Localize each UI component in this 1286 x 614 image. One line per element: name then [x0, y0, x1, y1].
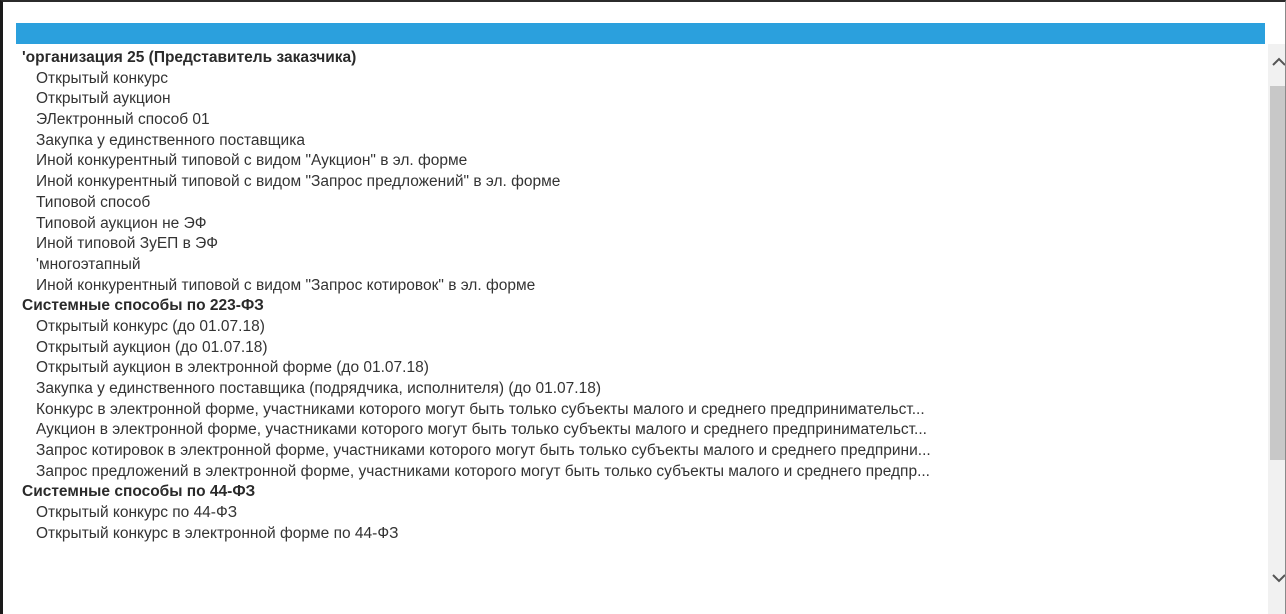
chevron-down-icon	[1271, 574, 1285, 583]
group-header: 'организация 25 (Представитель заказчика…	[22, 49, 357, 66]
list-option[interactable]: Открытый конкурс по 44-ФЗ	[16, 503, 1265, 524]
list-option[interactable]: Типовой аукцион не ЭФ	[16, 214, 1265, 235]
list-option[interactable]: Типовой способ	[16, 193, 1265, 214]
list-option[interactable]: Аукцион в электронной форме, участниками…	[16, 420, 1265, 441]
list-option[interactable]: Открытый аукцион в электронной форме (до…	[16, 358, 1265, 379]
list-option[interactable]: Открытый аукцион	[16, 89, 1265, 110]
chevron-up-icon	[1271, 57, 1285, 66]
group-header: Системные способы по 223-ФЗ	[22, 297, 264, 315]
list-option[interactable]: Закупка у единственного поставщика	[16, 131, 1265, 152]
options-list: 'организация 25 (Представитель заказчика…	[16, 48, 1265, 545]
list-option[interactable]: 'многоэтапный	[16, 255, 1265, 276]
list-option[interactable]: Иной конкурентный типовой с видом "Аукци…	[16, 151, 1265, 172]
scroll-down-button[interactable]	[1268, 566, 1285, 590]
list-option[interactable]: Иной конкурентный типовой с видом "Запро…	[16, 172, 1265, 193]
scroll-up-button[interactable]	[1268, 50, 1285, 74]
scrollbar-thumb[interactable]	[1270, 86, 1285, 460]
list-option[interactable]: Закупка у единственного поставщика (подр…	[16, 379, 1265, 400]
list-option[interactable]: Конкурс в электронной форме, участниками…	[16, 400, 1265, 421]
list-option[interactable]: Открытый конкурс (до 01.07.18)	[16, 317, 1265, 338]
group-header: Системные способы по 44-ФЗ	[22, 483, 256, 501]
list-option[interactable]: Иной типовой ЗуЕП в ЭФ	[16, 234, 1265, 255]
list-option[interactable]: Запрос котировок в электронной форме, уч…	[16, 441, 1265, 462]
selected-option-highlight[interactable]	[16, 23, 1265, 44]
list-option[interactable]: Открытый аукцион (до 01.07.18)	[16, 338, 1265, 359]
list-option[interactable]: ЭЛектронный способ 01	[16, 110, 1265, 131]
dropdown-list-panel: 'организация 25 (Представитель заказчика…	[0, 0, 1286, 614]
list-option[interactable]: Запрос предложений в электронной форме, …	[16, 462, 1265, 483]
list-option[interactable]: Иной конкурентный типовой с видом "Запро…	[16, 276, 1265, 297]
list-option[interactable]: Открытый конкурс	[16, 69, 1265, 90]
list-option[interactable]: Открытый конкурс в электронной форме по …	[16, 524, 1265, 545]
